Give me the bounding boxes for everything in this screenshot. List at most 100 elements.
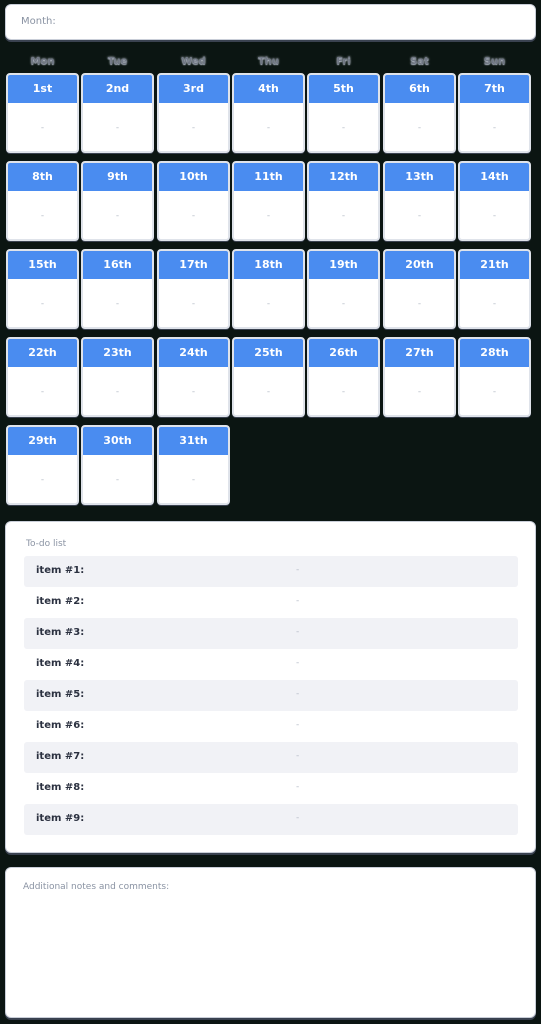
todo-item-value[interactable]: - bbox=[296, 813, 299, 823]
day-cell[interactable]: 2nd - bbox=[81, 73, 154, 153]
day-value[interactable]: - bbox=[8, 123, 77, 133]
todo-list-title: To-do list bbox=[26, 539, 67, 549]
day-value[interactable]: - bbox=[8, 299, 77, 309]
todo-item-label: item #7: bbox=[36, 751, 85, 762]
day-cell[interactable]: 24th - bbox=[157, 337, 230, 417]
day-cell[interactable]: 27th - bbox=[383, 337, 456, 417]
todo-item[interactable]: item #6: - bbox=[24, 711, 518, 742]
day-cell[interactable]: 13th - bbox=[383, 161, 456, 241]
day-label: 15th bbox=[8, 251, 77, 279]
day-cell[interactable]: 17th - bbox=[157, 249, 230, 329]
day-value[interactable]: - bbox=[83, 299, 152, 309]
day-value[interactable]: - bbox=[8, 387, 77, 397]
day-value[interactable]: - bbox=[309, 211, 378, 221]
todo-item[interactable]: item #4: - bbox=[24, 649, 518, 680]
todo-item-value[interactable]: - bbox=[296, 565, 299, 575]
day-cell[interactable]: 28th - bbox=[458, 337, 531, 417]
day-cell[interactable]: 19th - bbox=[307, 249, 380, 329]
todo-item-value[interactable]: - bbox=[296, 596, 299, 606]
day-value[interactable]: - bbox=[234, 123, 303, 133]
day-cell[interactable]: 5th - bbox=[307, 73, 380, 153]
day-label: 13th bbox=[385, 163, 454, 191]
day-label: 28th bbox=[460, 339, 529, 367]
day-value[interactable]: - bbox=[460, 211, 529, 221]
day-cell[interactable]: 26th - bbox=[307, 337, 380, 417]
day-label: 22th bbox=[8, 339, 77, 367]
notes-title: Additional notes and comments: bbox=[23, 882, 170, 892]
day-value[interactable]: - bbox=[385, 299, 454, 309]
day-cell[interactable]: 23th - bbox=[81, 337, 154, 417]
day-value[interactable]: - bbox=[460, 299, 529, 309]
day-value[interactable]: - bbox=[309, 123, 378, 133]
todo-item[interactable]: item #2: - bbox=[24, 587, 518, 618]
todo-item[interactable]: item #3: - bbox=[24, 618, 518, 649]
day-value[interactable]: - bbox=[159, 299, 228, 309]
todo-item-label: item #6: bbox=[36, 720, 85, 731]
day-label: 18th bbox=[234, 251, 303, 279]
day-label: 6th bbox=[385, 75, 454, 103]
todo-item-value[interactable]: - bbox=[296, 689, 299, 699]
day-cell[interactable]: 20th - bbox=[383, 249, 456, 329]
weekday-label: Sat bbox=[410, 56, 429, 67]
day-cell[interactable]: 7th - bbox=[458, 73, 531, 153]
day-cell[interactable]: 25th - bbox=[232, 337, 305, 417]
day-cell[interactable]: 8th - bbox=[6, 161, 79, 241]
day-value[interactable]: - bbox=[83, 211, 152, 221]
day-cell[interactable]: 9th - bbox=[81, 161, 154, 241]
day-label: 2nd bbox=[83, 75, 152, 103]
todo-item-value[interactable]: - bbox=[296, 627, 299, 637]
day-value[interactable]: - bbox=[385, 123, 454, 133]
day-cell[interactable]: 29th - bbox=[6, 425, 79, 505]
todo-item[interactable]: item #9: - bbox=[24, 804, 518, 835]
todo-item-value[interactable]: - bbox=[296, 720, 299, 730]
day-value[interactable]: - bbox=[8, 211, 77, 221]
day-value[interactable]: - bbox=[309, 387, 378, 397]
todo-item[interactable]: item #1: - bbox=[24, 556, 518, 587]
day-value[interactable]: - bbox=[159, 123, 228, 133]
day-value[interactable]: - bbox=[234, 387, 303, 397]
day-label: 23th bbox=[83, 339, 152, 367]
todo-item[interactable]: item #5: - bbox=[24, 680, 518, 711]
day-label: 8th bbox=[8, 163, 77, 191]
day-cell[interactable]: 12th - bbox=[307, 161, 380, 241]
day-value[interactable]: - bbox=[460, 123, 529, 133]
day-cell[interactable]: 1st - bbox=[6, 73, 79, 153]
day-cell[interactable]: 18th - bbox=[232, 249, 305, 329]
day-value[interactable]: - bbox=[234, 299, 303, 309]
day-label: 19th bbox=[309, 251, 378, 279]
day-value[interactable]: - bbox=[385, 387, 454, 397]
day-cell[interactable]: 4th - bbox=[232, 73, 305, 153]
day-value[interactable]: - bbox=[8, 475, 77, 485]
day-cell[interactable]: 15th - bbox=[6, 249, 79, 329]
day-cell[interactable]: 6th - bbox=[383, 73, 456, 153]
day-cell[interactable]: 21th - bbox=[458, 249, 531, 329]
day-value[interactable]: - bbox=[83, 475, 152, 485]
day-value[interactable]: - bbox=[159, 387, 228, 397]
day-cell[interactable]: 3rd - bbox=[157, 73, 230, 153]
day-value[interactable]: - bbox=[83, 387, 152, 397]
day-cell[interactable]: 10th - bbox=[157, 161, 230, 241]
day-value[interactable]: - bbox=[83, 123, 152, 133]
month-field[interactable]: Month: bbox=[5, 4, 536, 40]
day-cell[interactable]: 22th - bbox=[6, 337, 79, 417]
day-cell[interactable]: 14th - bbox=[458, 161, 531, 241]
day-label: 31th bbox=[159, 427, 228, 455]
day-label: 10th bbox=[159, 163, 228, 191]
day-value[interactable]: - bbox=[460, 387, 529, 397]
day-value[interactable]: - bbox=[159, 475, 228, 485]
notes-panel[interactable]: Additional notes and comments: bbox=[5, 867, 536, 1018]
day-value[interactable]: - bbox=[234, 211, 303, 221]
todo-item-label: item #9: bbox=[36, 813, 85, 824]
day-cell[interactable]: 30th - bbox=[81, 425, 154, 505]
day-cell[interactable]: 31th - bbox=[157, 425, 230, 505]
day-cell[interactable]: 11th - bbox=[232, 161, 305, 241]
todo-item-value[interactable]: - bbox=[296, 751, 299, 761]
todo-item[interactable]: item #7: - bbox=[24, 742, 518, 773]
todo-item-value[interactable]: - bbox=[296, 658, 299, 668]
todo-item[interactable]: item #8: - bbox=[24, 773, 518, 804]
todo-item-value[interactable]: - bbox=[296, 782, 299, 792]
day-cell[interactable]: 16th - bbox=[81, 249, 154, 329]
day-value[interactable]: - bbox=[309, 299, 378, 309]
day-value[interactable]: - bbox=[159, 211, 228, 221]
day-value[interactable]: - bbox=[385, 211, 454, 221]
